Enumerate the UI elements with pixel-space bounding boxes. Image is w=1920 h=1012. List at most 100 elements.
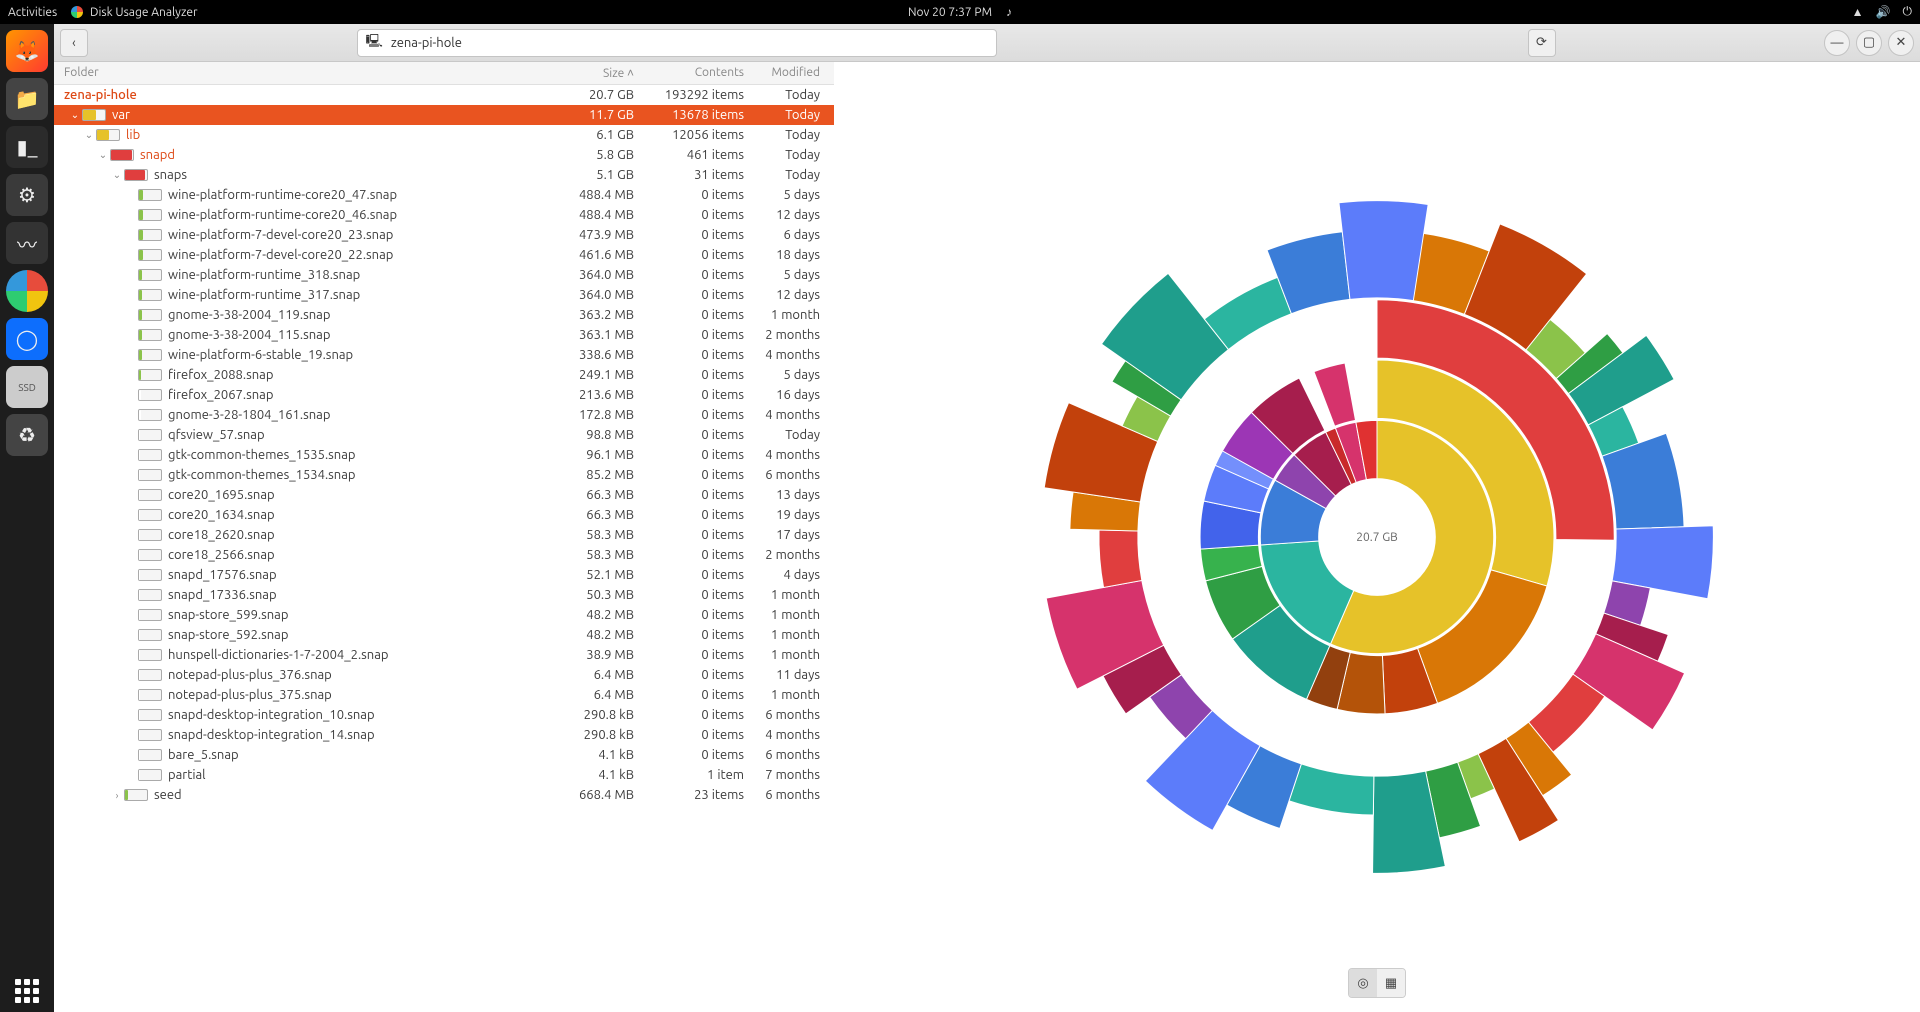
- tree-row[interactable]: snap-store_592.snap48.2 MB0 items1 month: [54, 625, 834, 645]
- folder-contents: 1 item: [634, 768, 744, 782]
- app-menu-label: Disk Usage Analyzer: [90, 6, 198, 19]
- tree-row[interactable]: snapd-desktop-integration_14.snap290.8 k…: [54, 725, 834, 745]
- tree-row[interactable]: notepad-plus-plus_376.snap6.4 MB0 items1…: [54, 665, 834, 685]
- usage-bar: [138, 329, 162, 341]
- tree-row[interactable]: core18_2566.snap58.3 MB0 items2 months: [54, 545, 834, 565]
- folder-contents: 0 items: [634, 348, 744, 362]
- usage-bar: [138, 689, 162, 701]
- folder-name: wine-platform-runtime-core20_46.snap: [168, 208, 554, 222]
- expand-chevron-icon[interactable]: ⌄: [96, 149, 110, 161]
- dock-item-show-applications[interactable]: [6, 970, 48, 1012]
- dock-item-app[interactable]: ◯: [6, 318, 48, 360]
- tree-row[interactable]: ›seed668.4 MB23 items6 months: [54, 785, 834, 805]
- tree-row[interactable]: core20_1634.snap66.3 MB0 items19 days: [54, 505, 834, 525]
- folder-size: 249.1 MB: [554, 368, 634, 382]
- tree-row-root[interactable]: zena-pi-hole 20.7 GB 193292 items Today: [54, 85, 834, 105]
- tree-row[interactable]: wine-platform-runtime-core20_47.snap488.…: [54, 185, 834, 205]
- tree-row[interactable]: core20_1695.snap66.3 MB0 items13 days: [54, 485, 834, 505]
- tree-row[interactable]: qfsview_57.snap98.8 MB0 itemsToday: [54, 425, 834, 445]
- tree-row[interactable]: core18_2620.snap58.3 MB0 items17 days: [54, 525, 834, 545]
- folder-size: 6.4 MB: [554, 668, 634, 682]
- back-button[interactable]: ‹: [60, 29, 88, 57]
- usage-bar: [138, 509, 162, 521]
- activities-button[interactable]: Activities: [8, 6, 57, 19]
- folder-contents: 0 items: [634, 708, 744, 722]
- usage-bar: [138, 669, 162, 681]
- folder-name: bare_5.snap: [168, 748, 554, 762]
- folder-name: core18_2566.snap: [168, 548, 554, 562]
- expand-chevron-icon[interactable]: ›: [110, 790, 124, 801]
- tree-row[interactable]: gtk-common-themes_1534.snap85.2 MB0 item…: [54, 465, 834, 485]
- tree-row[interactable]: wine-platform-6-stable_19.snap338.6 MB0 …: [54, 345, 834, 365]
- tree-row[interactable]: hunspell-dictionaries-1-7-2004_2.snap38.…: [54, 645, 834, 665]
- tree-row[interactable]: wine-platform-7-devel-core20_23.snap473.…: [54, 225, 834, 245]
- tree-row[interactable]: ⌄snapd5.8 GB461 itemsToday: [54, 145, 834, 165]
- folder-name: wine-platform-runtime-core20_47.snap: [168, 188, 554, 202]
- folder-name: seed: [154, 788, 554, 802]
- column-header-modified[interactable]: Modified: [744, 66, 824, 80]
- expand-chevron-icon[interactable]: ⌄: [82, 129, 96, 141]
- dock-item-firefox[interactable]: 🦊: [6, 30, 48, 72]
- rescan-button[interactable]: ⟳: [1528, 29, 1556, 57]
- tree-row[interactable]: notepad-plus-plus_375.snap6.4 MB0 items1…: [54, 685, 834, 705]
- folder-size: 364.0 MB: [554, 288, 634, 302]
- ringschart-button[interactable]: ◎: [1349, 969, 1377, 997]
- tree-row[interactable]: ⌄var11.7 GB13678 itemsToday: [54, 105, 834, 125]
- folder-size: 52.1 MB: [554, 568, 634, 582]
- tree-row[interactable]: snapd_17336.snap50.3 MB0 items1 month: [54, 585, 834, 605]
- usage-bar: [138, 729, 162, 741]
- volume-icon[interactable]: 🔊: [1876, 5, 1891, 19]
- tree-row[interactable]: gtk-common-themes_1535.snap96.1 MB0 item…: [54, 445, 834, 465]
- network-icon[interactable]: ▲: [1852, 5, 1864, 19]
- dock-item-system-monitor[interactable]: 〰: [6, 222, 48, 264]
- dock-item-terminal[interactable]: ▮_: [6, 126, 48, 168]
- folder-size: 20.7 GB: [554, 88, 634, 102]
- tree-row[interactable]: wine-platform-runtime_317.snap364.0 MB0 …: [54, 285, 834, 305]
- folder-modified: 12 days: [744, 208, 824, 222]
- dock-item-disk-usage-analyzer[interactable]: [6, 270, 48, 312]
- folder-size: 11.7 GB: [554, 108, 634, 122]
- column-header-contents[interactable]: Contents: [634, 66, 744, 80]
- folder-name: wine-platform-7-devel-core20_22.snap: [168, 248, 554, 262]
- tree-row[interactable]: firefox_2067.snap213.6 MB0 items16 days: [54, 385, 834, 405]
- power-icon[interactable]: ⏻: [1903, 5, 1913, 19]
- tree-row[interactable]: ⌄lib6.1 GB12056 itemsToday: [54, 125, 834, 145]
- tree-row[interactable]: gnome-3-38-2004_115.snap363.1 MB0 items2…: [54, 325, 834, 345]
- folder-size: 98.8 MB: [554, 428, 634, 442]
- clock[interactable]: Nov 20 7:37 PM: [908, 6, 992, 19]
- dock-item-trash[interactable]: ♻: [6, 414, 48, 456]
- column-header-folder[interactable]: Folder: [64, 66, 554, 80]
- location-pathbar[interactable]: 🖳 zena-pi-hole: [357, 29, 997, 57]
- folder-name: notepad-plus-plus_375.snap: [168, 688, 554, 702]
- dock-item-settings[interactable]: ⚙: [6, 174, 48, 216]
- tree-row[interactable]: ⌄snaps5.1 GB31 itemsToday: [54, 165, 834, 185]
- usage-bar: [110, 149, 134, 161]
- tree-row[interactable]: bare_5.snap4.1 kB0 items6 months: [54, 745, 834, 765]
- dock-item-ssd-drive[interactable]: SSD: [6, 366, 48, 408]
- tree-row[interactable]: gnome-3-28-1804_161.snap172.8 MB0 items4…: [54, 405, 834, 425]
- close-button[interactable]: ✕: [1888, 30, 1914, 56]
- tree-row[interactable]: wine-platform-runtime-core20_46.snap488.…: [54, 205, 834, 225]
- tree-row[interactable]: wine-platform-runtime_318.snap364.0 MB0 …: [54, 265, 834, 285]
- tree-row[interactable]: snapd-desktop-integration_10.snap290.8 k…: [54, 705, 834, 725]
- maximize-button[interactable]: ▢: [1856, 30, 1882, 56]
- baobab-window: ‹ 🖳 zena-pi-hole ⟳ — ▢ ✕ Folder Size ˄ C…: [54, 24, 1920, 1012]
- app-menu[interactable]: Disk Usage Analyzer: [71, 6, 197, 19]
- folder-contents: 0 items: [634, 648, 744, 662]
- tree-row[interactable]: snap-store_599.snap48.2 MB0 items1 month: [54, 605, 834, 625]
- tree-row[interactable]: firefox_2088.snap249.1 MB0 items5 days: [54, 365, 834, 385]
- tree-row[interactable]: wine-platform-7-devel-core20_22.snap461.…: [54, 245, 834, 265]
- dock-item-files[interactable]: 📁: [6, 78, 48, 120]
- expand-chevron-icon[interactable]: ⌄: [110, 169, 124, 181]
- tree-row[interactable]: snapd_17576.snap52.1 MB0 items4 days: [54, 565, 834, 585]
- expand-chevron-icon[interactable]: ⌄: [68, 109, 82, 121]
- treemap-button[interactable]: ▦: [1377, 969, 1405, 997]
- tree-row[interactable]: gnome-3-38-2004_119.snap363.2 MB0 items1…: [54, 305, 834, 325]
- folder-contents: 0 items: [634, 428, 744, 442]
- column-header-size[interactable]: Size ˄: [554, 66, 634, 80]
- notification-icon[interactable]: ♪: [1006, 5, 1012, 19]
- minimize-button[interactable]: —: [1824, 30, 1850, 56]
- usage-bar: [138, 289, 162, 301]
- folder-tree-pane[interactable]: Folder Size ˄ Contents Modified zena-pi-…: [54, 62, 834, 1012]
- tree-row[interactable]: partial4.1 kB1 item7 months: [54, 765, 834, 785]
